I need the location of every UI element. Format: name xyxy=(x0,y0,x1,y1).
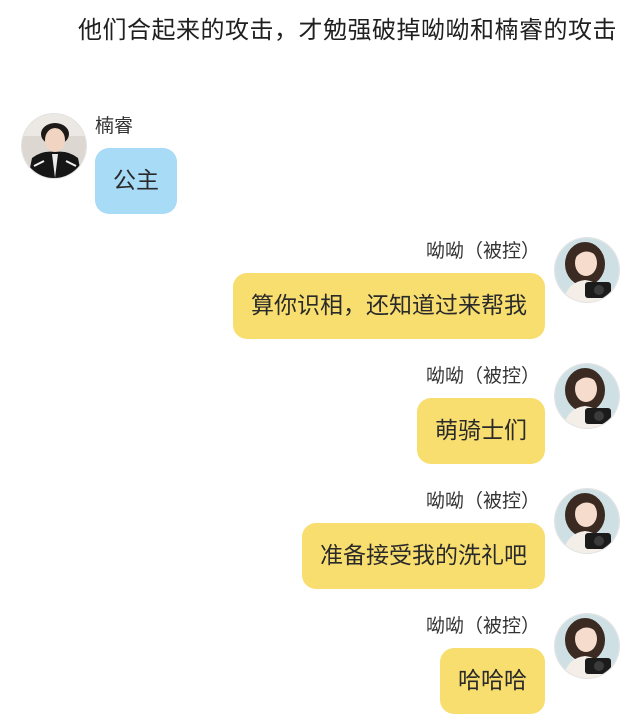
avatar-nanrui[interactable] xyxy=(22,114,86,178)
avatar-youyou[interactable] xyxy=(555,238,619,302)
avatar-youyou[interactable] xyxy=(555,364,619,428)
avatar-youyou[interactable] xyxy=(555,614,619,678)
narration-text: 他们合起来的攻击，才勉强破掉呦呦和楠睿的攻击 xyxy=(78,16,617,44)
sender-name: 呦呦（被控） xyxy=(425,490,540,512)
message-bubble[interactable]: 哈哈哈 xyxy=(440,648,545,714)
sender-name: 楠睿 xyxy=(95,115,134,137)
sender-name: 呦呦（被控） xyxy=(425,365,540,387)
sender-name: 呦呦（被控） xyxy=(425,615,540,637)
message-bubble[interactable]: 算你识相，还知道过来帮我 xyxy=(233,273,545,339)
message-bubble[interactable]: 萌骑士们 xyxy=(417,398,545,464)
sender-name: 呦呦（被控） xyxy=(425,240,540,262)
message-bubble[interactable]: 公主 xyxy=(95,148,177,214)
avatar-youyou[interactable] xyxy=(555,489,619,553)
message-bubble[interactable]: 准备接受我的洗礼吧 xyxy=(302,523,545,589)
